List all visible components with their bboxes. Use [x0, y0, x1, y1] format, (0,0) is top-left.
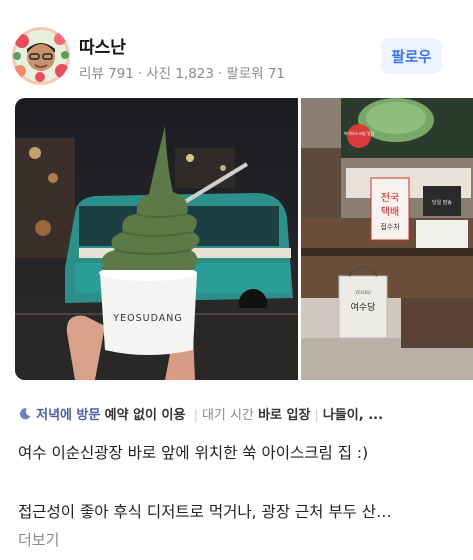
stats-separator: ·: [217, 66, 223, 82]
more-button[interactable]: 더보기: [18, 529, 59, 550]
review-text-line-2: 접근성이 좋아 후식 디저트로 먹거나, 광장 근처 부두 산…: [18, 503, 392, 521]
moon-icon: [18, 407, 32, 425]
tag-wait-label: 대기 시간: [201, 408, 254, 423]
review-photos: YEOSUDANG 쑥아이스크림 맛집 전국 택배 접수처 당일 발송 YEOS…: [15, 98, 473, 380]
avatar-image: [12, 27, 70, 85]
ice-cream-photo-image: YEOSUDANG: [15, 98, 298, 380]
bag-top-text: YEOSU: [354, 290, 370, 296]
stats-separator: ·: [137, 66, 143, 82]
tag-truncated[interactable]: 나들이, ...: [323, 408, 383, 423]
avatar[interactable]: [12, 27, 70, 85]
tag-wait-value: 바로 입장: [258, 408, 311, 423]
tag-separator: |: [314, 408, 319, 423]
bag-main-text: 여수당: [351, 301, 376, 313]
sign-board-line-1: 전국: [381, 192, 399, 204]
tag-visit-time: 저녁에 방문: [36, 408, 101, 423]
tag-separator: |: [193, 408, 198, 423]
review-text-line-1: 여수 이순신광장 바로 앞에 위치한 쑥 아이스크림 집 :): [18, 444, 369, 462]
review-count: 리뷰 791: [79, 66, 134, 82]
storefront-photo-image: 쑥아이스크림 맛집 전국 택배 접수처 당일 발송 YEOSU 여수당: [301, 98, 473, 380]
photo-ice-cream[interactable]: YEOSUDANG: [15, 98, 298, 380]
visit-tags: 저녁에 방문 예약 없이 이용 | 대기 시간 바로 입장 | 나들이, ...: [18, 404, 383, 425]
photo-count: 사진 1,823: [146, 66, 214, 82]
reviewer-stats: 리뷰 791 · 사진 1,823 · 팔로워 71: [79, 62, 285, 82]
reviewer-name[interactable]: 따스난: [79, 33, 126, 58]
cup-brand-text: YEOSUDANG: [112, 313, 182, 324]
small-sign-text: 당일 발송: [432, 199, 452, 206]
tag-reservation: 예약 없이 이용: [104, 408, 186, 423]
follower-count: 팔로워 71: [226, 66, 286, 82]
follow-button[interactable]: 팔로우: [381, 38, 442, 74]
sign-board-line-2: 택배: [381, 206, 399, 218]
photo-storefront[interactable]: 쑥아이스크림 맛집 전국 택배 접수처 당일 발송 YEOSU 여수당: [301, 98, 473, 380]
review-header: 따스난 리뷰 791 · 사진 1,823 · 팔로워 71 팔로우: [0, 0, 473, 92]
red-sign-text: 쑥아이스크림 맛집: [344, 130, 375, 136]
sign-board-line-3: 접수처: [380, 222, 399, 231]
